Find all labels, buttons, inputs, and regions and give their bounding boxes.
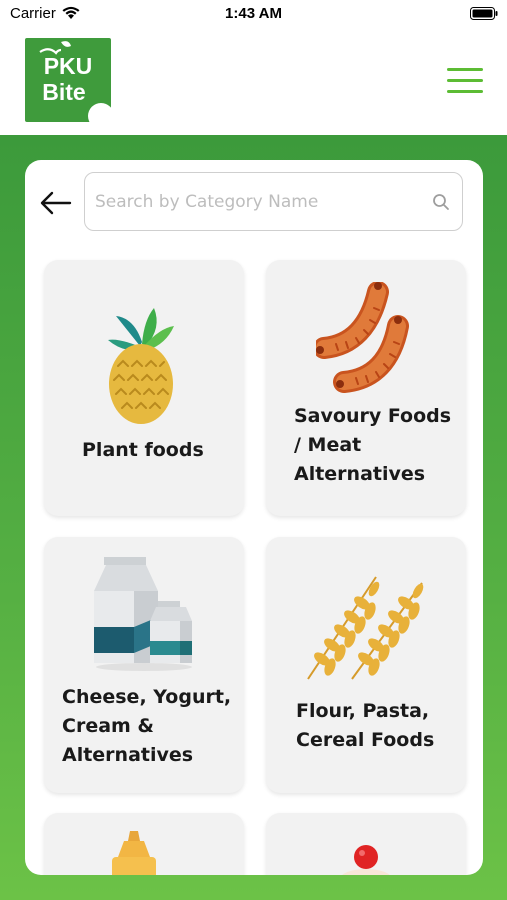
wheat-icon — [307, 576, 424, 680]
category-tile-savoury-foods[interactable]: Savoury Foods / Meat Alternatives — [266, 260, 466, 516]
app-header: PKU Bite — [0, 28, 507, 135]
pineapple-icon — [108, 308, 174, 424]
search-input[interactable] — [93, 173, 427, 231]
sausage-icon — [316, 282, 409, 393]
category-label: Plant foods — [82, 439, 204, 461]
battery-icon — [470, 7, 498, 20]
category-panel: Plant foods Savoury Foods / Meat Alterna… — [25, 160, 483, 875]
cupcake-icon — [342, 845, 390, 875]
category-tile-5[interactable] — [44, 813, 244, 875]
hamburger-menu-icon[interactable] — [444, 66, 486, 96]
category-tile-flour-pasta[interactable]: Flour, Pasta, Cereal Foods — [266, 537, 466, 793]
clock-label: 1:43 AM — [225, 5, 282, 22]
status-bar: Carrier 1:43 AM — [0, 0, 507, 28]
pku-bite-logo[interactable]: PKU Bite — [25, 38, 111, 122]
category-tile-cheese-yogurt[interactable]: Cheese, Yogurt, Cream & Alternatives — [44, 537, 244, 793]
category-label: Flour, Pasta, Cereal Foods — [296, 700, 435, 751]
logo-text-bite: Bite — [42, 79, 85, 105]
back-arrow-icon[interactable] — [39, 190, 73, 216]
logo-text-pku: PKU — [44, 53, 93, 79]
bottle-icon — [112, 831, 156, 875]
search-icon[interactable] — [432, 193, 450, 211]
category-label: Cheese, Yogurt, Cream & Alternatives — [62, 686, 232, 766]
category-label: Savoury Foods / Meat Alternatives — [294, 405, 452, 485]
category-tile-plant-foods[interactable]: Plant foods — [44, 260, 244, 516]
milk-carton-icon — [94, 557, 192, 671]
search-field[interactable] — [84, 172, 463, 231]
category-tile-6[interactable] — [266, 813, 466, 875]
